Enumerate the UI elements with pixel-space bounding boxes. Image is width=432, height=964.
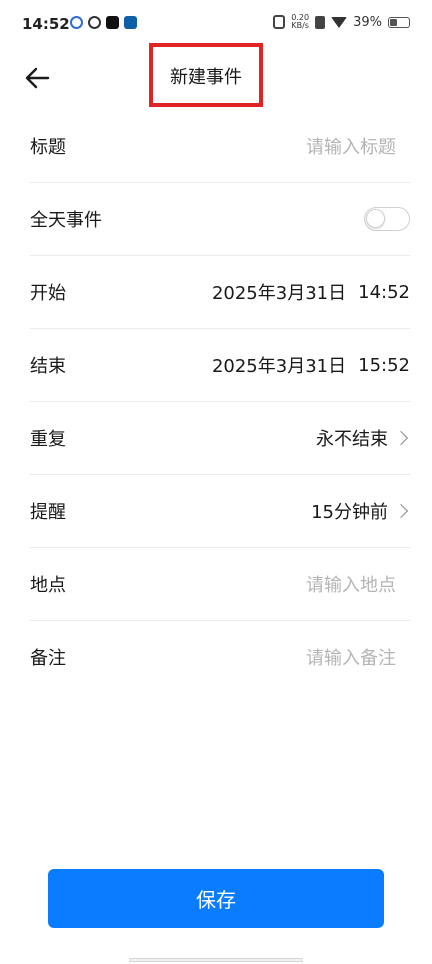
status-app-icons	[70, 16, 137, 29]
app-header: 新建事件	[0, 43, 432, 107]
repeat-label: 重复	[30, 429, 66, 450]
repeat-value: 永不结束	[316, 429, 388, 450]
location-input[interactable]: 请输入地点	[306, 571, 410, 597]
event-form: 标题 请输入标题 全天事件 开始 2025年3月31日 14:52 结束 2025…	[0, 110, 432, 693]
all-day-toggle[interactable]	[364, 207, 410, 231]
repeat-row[interactable]: 重复 永不结束	[30, 402, 410, 475]
start-time: 14:52	[358, 281, 410, 303]
location-row[interactable]: 地点 请输入地点	[30, 548, 410, 621]
vibrate-icon	[273, 15, 286, 29]
toggle-knob	[366, 209, 385, 228]
baidu-icon	[70, 16, 83, 29]
start-label: 开始	[30, 283, 66, 304]
reminder-row[interactable]: 提醒 15分钟前	[30, 475, 410, 548]
cc-icon	[124, 16, 137, 29]
back-button[interactable]	[22, 62, 54, 94]
save-button[interactable]: 保存	[48, 869, 384, 928]
location-label: 地点	[30, 575, 66, 596]
note-input[interactable]: 请输入备注	[306, 644, 410, 670]
end-label: 结束	[30, 356, 66, 377]
loop-icon	[88, 16, 101, 29]
title-highlight-box: 新建事件	[149, 43, 263, 107]
battery-icon	[388, 16, 410, 28]
battery-fill	[390, 18, 397, 26]
chevron-right-icon	[393, 430, 409, 446]
reminder-value: 15分钟前	[311, 502, 388, 523]
reminder-value-group[interactable]: 15分钟前	[311, 498, 410, 524]
title-row[interactable]: 标题 请输入标题	[30, 110, 410, 183]
wifi-icon	[331, 16, 348, 28]
home-indicator[interactable]	[129, 958, 303, 962]
reminder-label: 提醒	[30, 502, 66, 523]
start-row[interactable]: 开始 2025年3月31日 14:52	[30, 256, 410, 329]
start-datetime[interactable]: 2025年3月31日 14:52	[212, 279, 410, 305]
chevron-right-icon	[393, 503, 409, 519]
end-time: 15:52	[358, 354, 410, 376]
battery-percent: 39%	[353, 14, 382, 30]
start-date: 2025年3月31日	[211, 283, 347, 304]
status-indicators: 0.20 KB/s 39%	[273, 14, 410, 30]
arrow-left-icon	[25, 67, 50, 89]
page-title: 新建事件	[170, 67, 242, 88]
note-row[interactable]: 备注 请输入备注	[30, 621, 410, 693]
title-input[interactable]: 请输入标题	[306, 133, 410, 159]
repeat-value-group[interactable]: 永不结束	[316, 425, 410, 451]
end-date: 2025年3月31日	[211, 356, 347, 377]
all-day-label: 全天事件	[30, 210, 102, 231]
network-speed-unit: KB/s	[291, 21, 309, 30]
all-day-row: 全天事件	[30, 183, 410, 256]
tiktok-icon	[106, 16, 119, 29]
network-speed: 0.20 KB/s	[291, 14, 309, 30]
status-time: 14:52	[22, 15, 70, 33]
title-label: 标题	[30, 137, 66, 158]
end-datetime[interactable]: 2025年3月31日 15:52	[212, 352, 410, 378]
end-row[interactable]: 结束 2025年3月31日 15:52	[30, 329, 410, 402]
no-sim-icon	[315, 15, 326, 29]
note-label: 备注	[30, 648, 66, 669]
